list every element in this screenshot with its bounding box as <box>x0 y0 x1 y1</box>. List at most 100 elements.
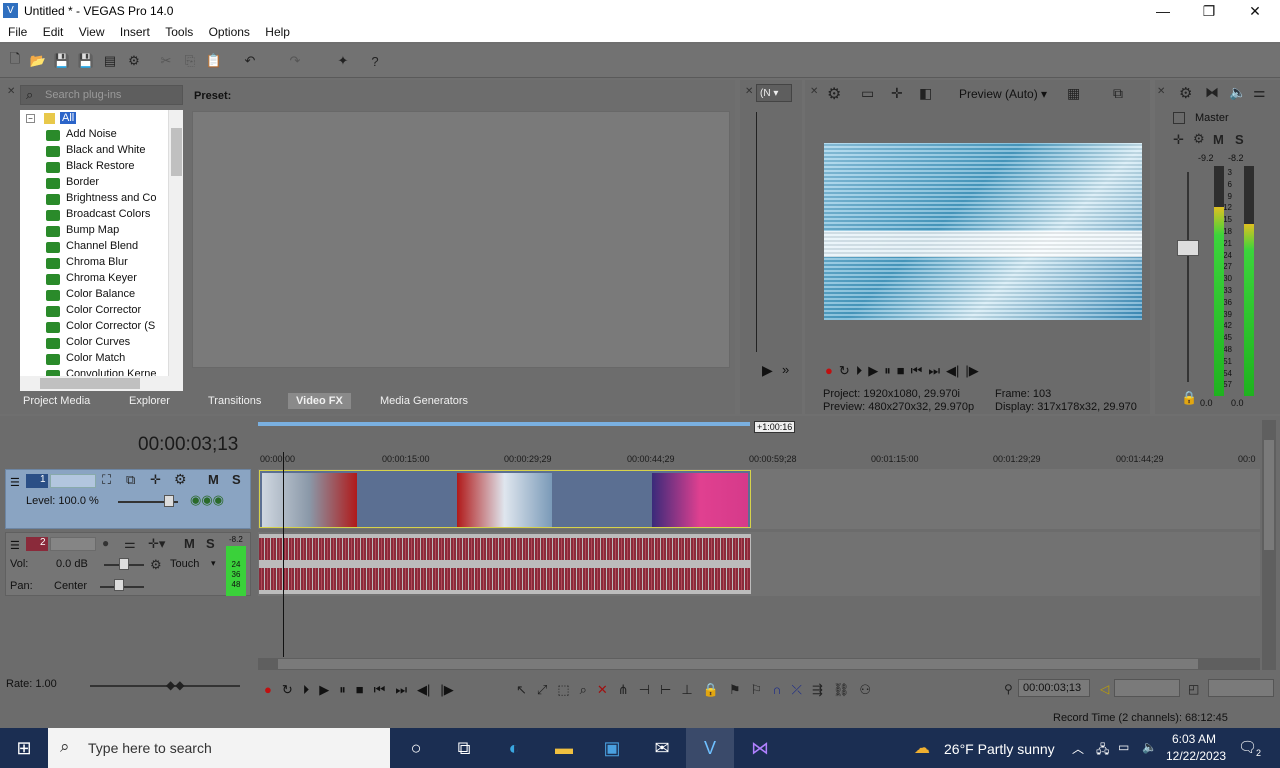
cursor-time-field[interactable]: 00:00:03;13 <box>1018 679 1090 697</box>
pause-icon[interactable]: ⏸ <box>884 363 891 379</box>
automation-gear-icon[interactable]: ⚙ <box>150 557 162 573</box>
menu-tools[interactable]: Tools <box>161 22 197 39</box>
tree-root-all[interactable]: All <box>60 112 77 124</box>
previous-frame-icon[interactable]: ◀| <box>417 682 430 698</box>
pan-slider-handle[interactable] <box>114 579 124 591</box>
play-icon[interactable]: ▶ <box>868 363 878 379</box>
new-icon[interactable]: 🗋 <box>6 51 24 70</box>
master-fx-gear-icon[interactable]: ⚙ <box>1193 131 1205 147</box>
go-to-end-icon[interactable]: ⏭ <box>928 363 940 379</box>
loop-icon[interactable]: ↻ <box>839 363 850 379</box>
trimmer-play-icon[interactable]: ▶ <box>762 362 773 379</box>
composite-mode-icon[interactable]: ◉◉◉ <box>190 492 224 508</box>
play-from-start-icon[interactable]: ⏵ <box>856 363 863 379</box>
track-fx-icon[interactable]: ✛ <box>150 472 161 488</box>
restore-button[interactable]: ❐ <box>1186 0 1232 22</box>
next-frame-icon[interactable]: |▶ <box>965 363 978 379</box>
zoom-tool-icon[interactable]: ⌕ <box>580 682 587 698</box>
list-item[interactable]: Color Corrector (S <box>46 320 155 336</box>
selection-end-field[interactable] <box>1208 679 1274 697</box>
mail-icon[interactable]: ✉ <box>638 728 686 768</box>
pause-icon[interactable]: ⏸ <box>339 682 346 698</box>
trim-start-icon[interactable]: ⊣ <box>639 682 650 698</box>
level-slider-handle[interactable] <box>164 495 174 507</box>
list-item[interactable]: Black and White <box>46 144 145 160</box>
menu-help[interactable]: Help <box>261 22 294 39</box>
tray-network-icon[interactable]: 🖧 <box>1096 740 1109 761</box>
audio-track-header[interactable]: ☰ 2 ● ⚌ ✛▾ M S -8.2 24 36 48 Vol: 0.0 dB… <box>5 532 251 596</box>
track-name-field[interactable] <box>50 537 96 551</box>
selection-length-field[interactable] <box>1114 679 1180 697</box>
next-frame-icon[interactable]: |▶ <box>440 682 453 698</box>
cut-icon[interactable]: ✂ <box>157 52 175 70</box>
envelope-tool-icon[interactable]: ⤢ <box>537 682 547 698</box>
lock-envelopes-icon[interactable]: ⛓ <box>833 682 850 698</box>
list-item[interactable]: Color Balance <box>46 288 135 304</box>
trim-end-icon[interactable]: ⊢ <box>660 682 671 698</box>
list-item[interactable]: Convolution Kerne <box>46 368 157 376</box>
list-item[interactable]: Brightness and Co <box>46 192 157 208</box>
task-view-icon[interactable]: ⧉ <box>440 728 488 768</box>
mixer-icon[interactable]: ⚌ <box>1253 84 1266 101</box>
video-track-header[interactable]: ☰ 1 ⛶ ⧉ ✛ ⚙ M S Level: 100.0 % ◉◉◉ <box>5 469 251 529</box>
clock-date[interactable]: 12/22/2023 <box>1166 749 1226 763</box>
vegas-taskbar-icon[interactable]: V <box>686 728 734 768</box>
trimmer-dropdown[interactable]: (N ▾ <box>756 84 792 102</box>
lock-event-icon[interactable]: 🔒 <box>703 682 719 698</box>
tab-video-fx[interactable]: Video FX <box>288 393 351 409</box>
edge-icon[interactable]: ◐ <box>490 728 538 768</box>
list-item[interactable]: Color Curves <box>46 336 130 352</box>
help-icon[interactable]: ? <box>366 52 384 70</box>
panel-close-icon[interactable]: ✕ <box>7 86 15 97</box>
undo-icon[interactable]: ↶ <box>241 52 259 70</box>
taskbar-search-box[interactable]: ⌕ Type here to search <box>48 728 390 768</box>
tab-transitions[interactable]: Transitions <box>208 395 261 407</box>
panel-close-icon[interactable]: ✕ <box>745 86 753 97</box>
save-as-icon[interactable]: 💾 <box>77 52 95 70</box>
split-screen-icon[interactable]: ✛ <box>891 85 903 102</box>
track-fx-icon[interactable]: ✛▾ <box>148 536 165 552</box>
audio-fx-icon[interactable]: ⚌ <box>124 536 136 552</box>
search-plugins-input[interactable]: ⌕ Search plug-ins <box>20 85 183 105</box>
panel-close-icon[interactable]: ✕ <box>810 86 818 97</box>
compositing-icon[interactable]: ⧉ <box>126 472 135 488</box>
clock-time[interactable]: 6:03 AM <box>1172 732 1216 746</box>
trim-icon[interactable]: ⋔ <box>618 682 629 698</box>
master-mute-button[interactable]: M <box>1213 132 1224 147</box>
menu-insert[interactable]: Insert <box>116 22 154 39</box>
audio-event[interactable] <box>259 534 751 594</box>
cortana-icon[interactable]: ○ <box>392 728 440 768</box>
speaker-icon[interactable]: 🔈 <box>1229 84 1246 101</box>
tray-wifi-icon[interactable]: ▭ <box>1118 740 1129 754</box>
normal-edit-tool-icon[interactable]: ↖ <box>516 682 527 698</box>
record-icon[interactable]: ● <box>825 363 833 379</box>
auto-ripple-icon[interactable]: ⇶ <box>812 682 823 698</box>
list-item[interactable]: Bump Map <box>46 224 119 240</box>
menu-file[interactable]: File <box>4 22 31 39</box>
tab-explorer[interactable]: Explorer <box>129 395 170 407</box>
tab-media-generators[interactable]: Media Generators <box>380 395 468 407</box>
tray-chevron-icon[interactable]: ︿ <box>1072 740 1084 757</box>
list-item[interactable]: Chroma Blur <box>46 256 128 272</box>
loop-region-bar[interactable] <box>258 422 750 426</box>
play-icon[interactable]: ▶ <box>319 682 329 698</box>
external-monitor-icon[interactable]: ▭ <box>861 85 874 102</box>
track-minimize-icon[interactable]: ☰ <box>10 539 20 552</box>
collapse-icon[interactable]: − <box>26 114 35 123</box>
panel-close-icon[interactable]: ✕ <box>1157 86 1165 97</box>
weather-text[interactable]: 26°F Partly sunny <box>944 741 1055 757</box>
notification-icon[interactable]: 🗨 <box>1238 738 1257 756</box>
ignore-grouping-icon[interactable]: ⚇ <box>859 682 871 698</box>
stop-icon[interactable]: ■ <box>897 363 905 379</box>
menu-edit[interactable]: Edit <box>39 22 68 39</box>
preview-fx-icon[interactable]: ◧ <box>919 85 932 102</box>
time-ruler[interactable]: 00:00:00 00:00:15:00 00:00:29;29 00:00:4… <box>258 448 1260 468</box>
tree-vertical-scrollbar[interactable] <box>168 110 183 376</box>
timeline-vertical-scrollbar[interactable] <box>1262 420 1276 670</box>
copy-snapshot-icon[interactable]: ⧉ <box>1113 85 1123 102</box>
preview-settings-gear-icon[interactable]: ⚙ <box>827 84 841 104</box>
store-icon[interactable]: ▣ <box>588 728 636 768</box>
lock-icon[interactable]: 🔒 <box>1181 390 1197 406</box>
master-settings-gear-icon[interactable]: ⚙ <box>1179 84 1192 102</box>
trimmer-forward-icon[interactable]: » <box>782 362 789 377</box>
